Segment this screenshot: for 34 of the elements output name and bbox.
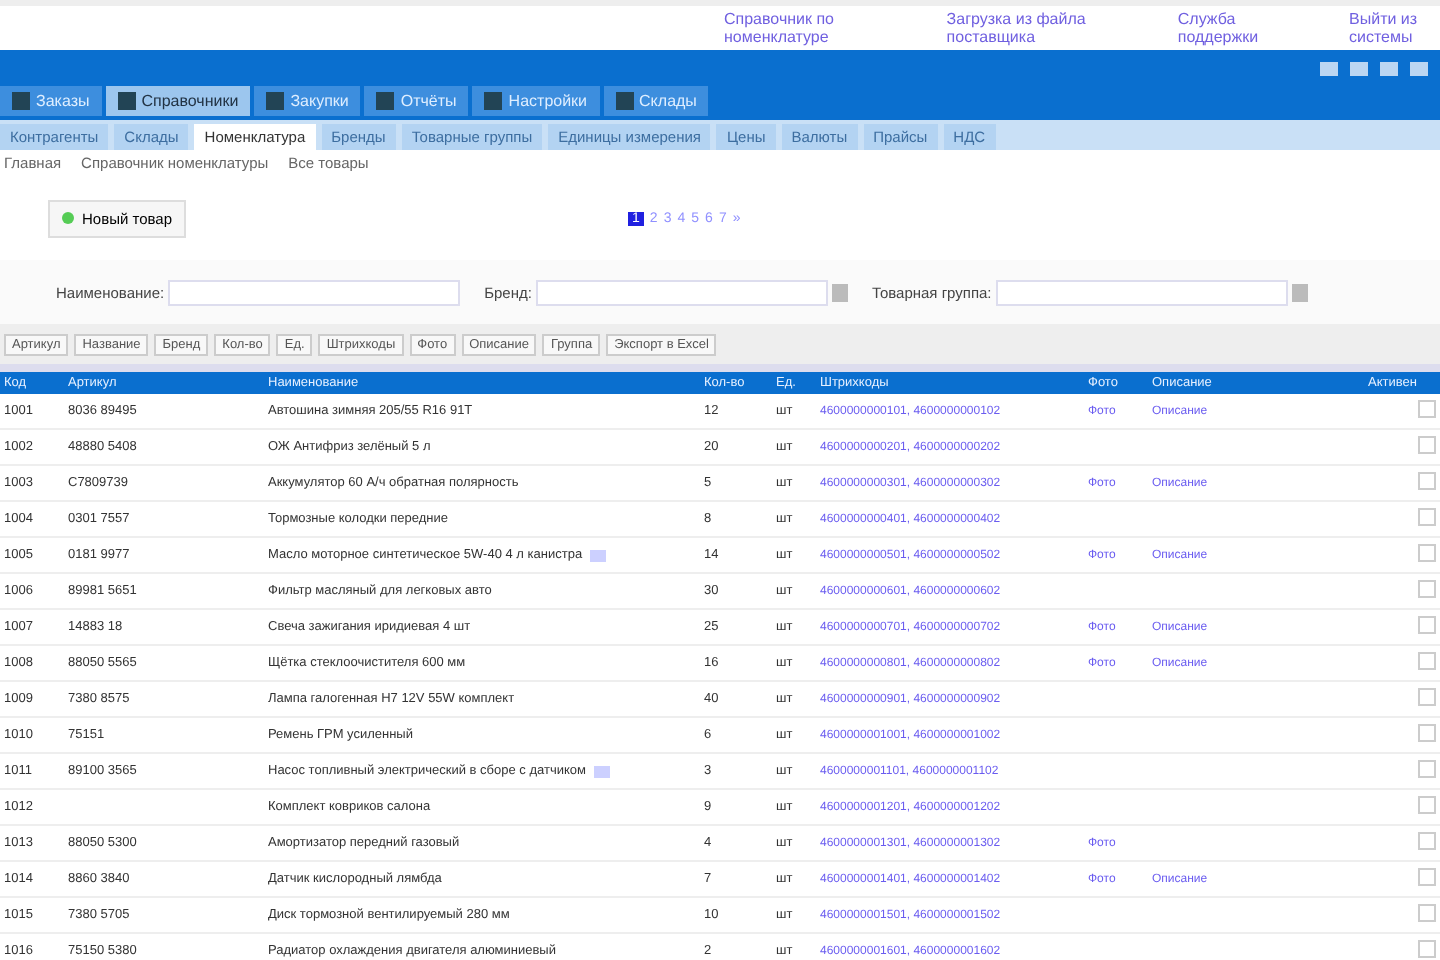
plus-icon (62, 212, 74, 224)
main-tab[interactable]: Справочники (105, 86, 251, 116)
main-tab[interactable]: Настройки (472, 86, 600, 116)
more-icon[interactable] (590, 549, 607, 561)
checkbox[interactable] (1418, 760, 1436, 778)
checkbox[interactable] (1418, 544, 1436, 562)
dropdown-icon[interactable] (831, 283, 848, 301)
checkbox[interactable] (1418, 400, 1436, 418)
top-link[interactable]: Служба поддержки (1177, 10, 1274, 46)
filter-field[interactable] (168, 279, 461, 305)
checkbox[interactable] (1418, 652, 1436, 670)
filter-field[interactable] (995, 279, 1288, 305)
checkbox[interactable] (1418, 724, 1436, 742)
checkbox[interactable] (1418, 796, 1436, 814)
dropdown-icon[interactable] (1291, 283, 1308, 301)
checkbox[interactable] (1418, 436, 1436, 454)
top-link[interactable]: Справочник по номенклатуре (724, 10, 871, 46)
main-tab[interactable]: Закупки (254, 86, 361, 116)
main-tab[interactable]: Склады (603, 86, 709, 116)
checkbox[interactable] (1418, 904, 1436, 922)
main-tab[interactable]: Заказы (0, 86, 102, 116)
checkbox[interactable] (1418, 940, 1436, 958)
checkbox[interactable] (1418, 832, 1436, 850)
main-tab[interactable]: Отчёты (364, 86, 469, 116)
checkbox[interactable] (1418, 616, 1436, 634)
filter-field[interactable] (535, 279, 828, 305)
checkbox[interactable] (1418, 688, 1436, 706)
checkbox[interactable] (1418, 472, 1436, 490)
top-link[interactable]: Загрузка из файла поставщика (946, 10, 1102, 46)
top-link[interactable]: Выйти из системы (1349, 10, 1440, 46)
more-icon[interactable] (594, 765, 610, 777)
checkbox[interactable] (1418, 868, 1436, 886)
checkbox[interactable] (1418, 508, 1436, 526)
checkbox[interactable] (1418, 580, 1436, 598)
